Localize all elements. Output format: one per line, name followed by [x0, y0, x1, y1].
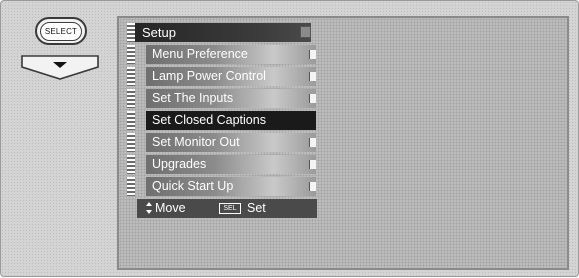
menu-tab-marker	[127, 67, 135, 86]
menu-item-notch	[309, 50, 316, 59]
down-arrow-button[interactable]	[20, 53, 100, 81]
menu-item-label: Quick Start Up	[152, 179, 234, 193]
menu-item-notch	[309, 160, 316, 169]
menu-item-quick-start-up[interactable]: Quick Start Up	[146, 177, 316, 196]
menu-item-label: Set Monitor Out	[152, 135, 240, 149]
menu-item-label: Lamp Power Control	[152, 69, 266, 83]
menu-footer-hints: Move SEL Set	[137, 199, 317, 218]
menu-item-label: Upgrades	[152, 157, 207, 171]
menu-item-label: Set The Inputs	[152, 91, 234, 105]
menu-tab-marker	[127, 133, 135, 152]
menu-item-lamp-power-control[interactable]: Lamp Power Control	[146, 67, 316, 86]
select-button[interactable]: SELECT	[35, 17, 87, 45]
menu-tab-marker	[127, 155, 135, 174]
menu-tab-marker	[127, 177, 135, 196]
menu-item-label: Set Closed Captions	[152, 113, 266, 127]
menu-item-notch	[309, 72, 316, 81]
menu-item-notch	[309, 94, 316, 103]
menu-tab-marker	[127, 111, 135, 130]
menu-item-set-closed-captions[interactable]: Set Closed Captions	[146, 111, 316, 130]
menu-item-set-the-inputs[interactable]: Set The Inputs	[146, 89, 316, 108]
sel-key-icon: SEL	[219, 203, 241, 214]
move-hint-label: Move	[155, 201, 186, 215]
menu-item-label: Menu Preference	[152, 47, 248, 61]
set-hint-label: Set	[247, 201, 266, 215]
remote-panel: SELECT	[1, 1, 111, 278]
menu-item-notch	[309, 182, 316, 191]
menu-tab-marker	[127, 89, 135, 108]
menu-title: Setup	[142, 25, 176, 40]
menu-item-set-monitor-out[interactable]: Set Monitor Out	[146, 133, 316, 152]
menu-item-notch	[309, 138, 316, 147]
menu-item-upgrades[interactable]: Upgrades	[146, 155, 316, 174]
page-background: SELECT Setup Menu Preference Lamp Power …	[0, 0, 579, 277]
menu-item-menu-preference[interactable]: Menu Preference	[146, 45, 316, 64]
up-down-arrow-icon	[146, 202, 152, 214]
close-icon[interactable]	[300, 26, 311, 38]
menu-tab-marker	[127, 45, 135, 64]
select-button-label: SELECT	[40, 21, 82, 41]
menu-title-bar: Setup	[127, 23, 311, 42]
menu-tab-marker	[127, 23, 135, 42]
